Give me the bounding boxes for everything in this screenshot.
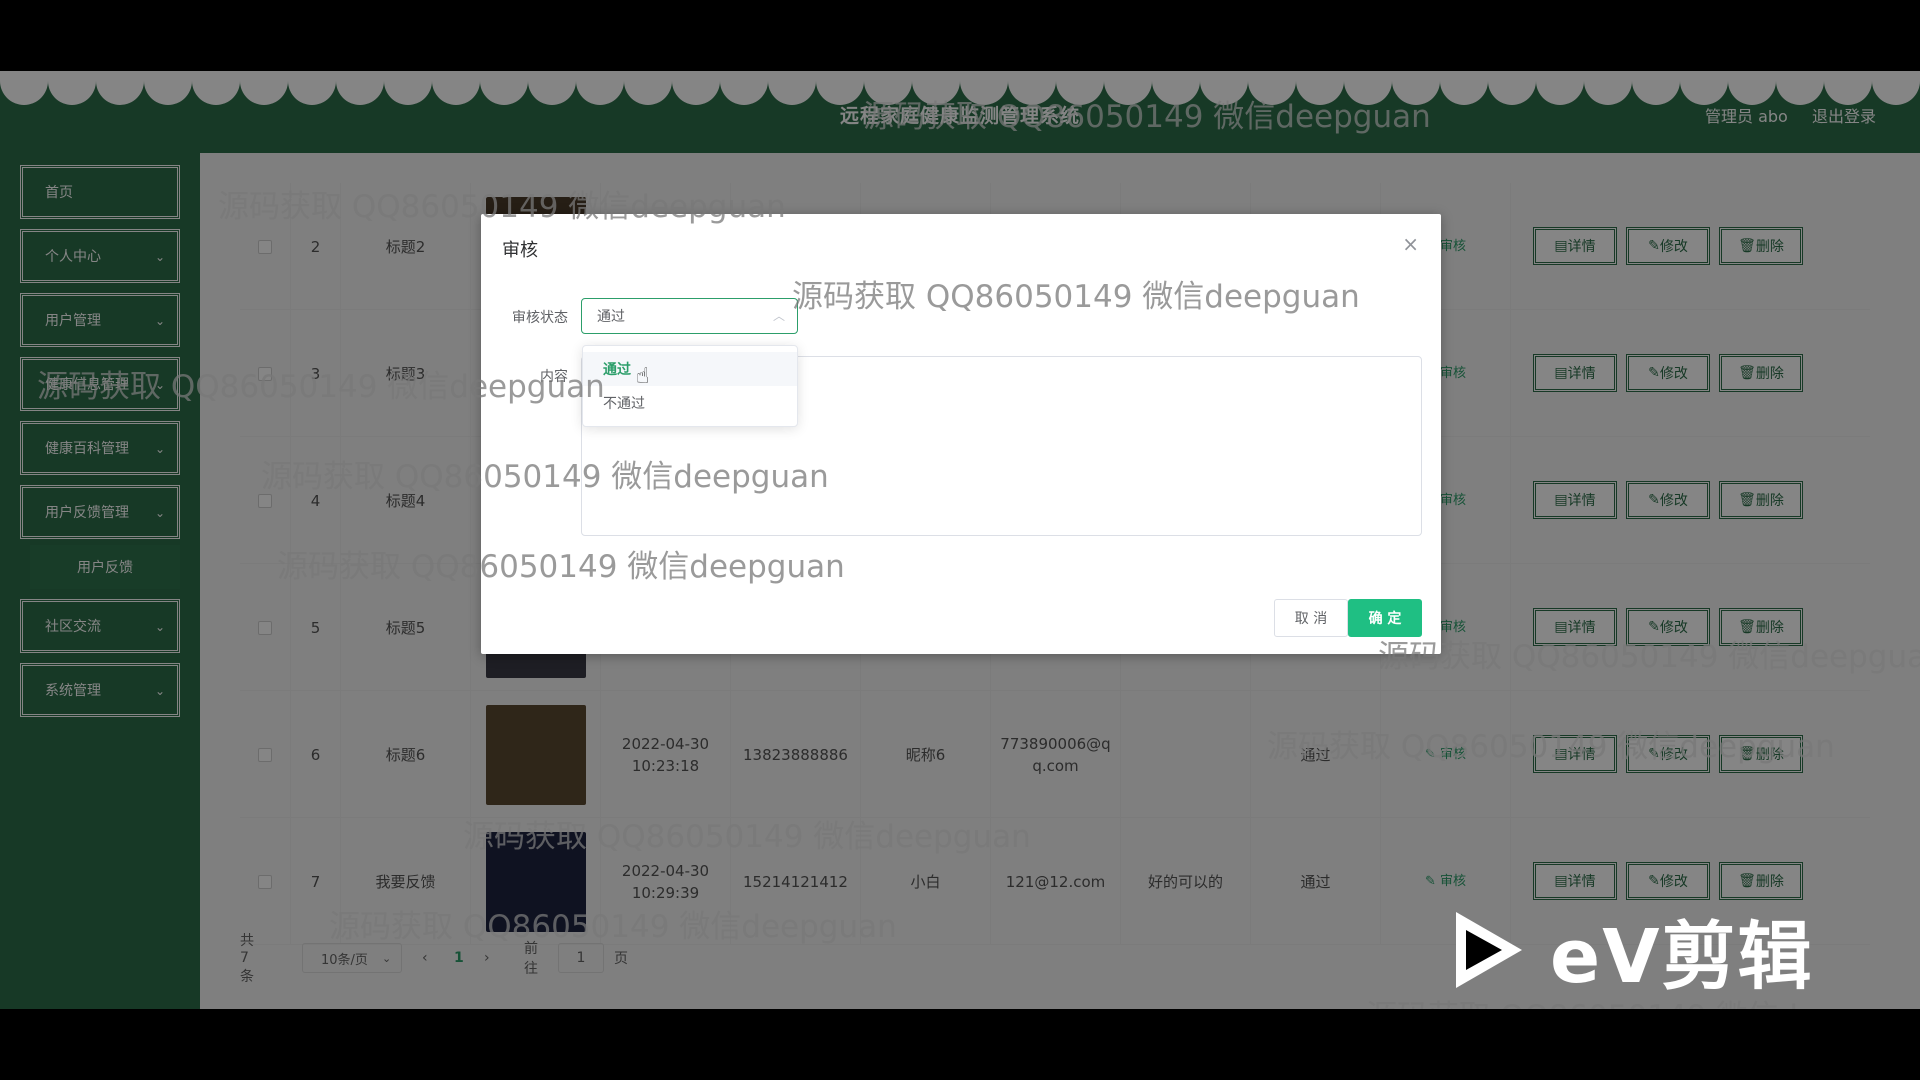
option-pass[interactable]: 通过 (583, 352, 797, 386)
app-stage: 远程家庭健康监测管理系统 管理员 abo 退出登录 首页 个人中心 ⌄ 用户管理 ⌄… (0, 71, 1920, 1009)
cancel-button[interactable]: 取 消 (1274, 599, 1348, 637)
review-dialog: 审核 × 审核状态 通过 ︿ 内容 通过 不通过 ☝ 取 消 确 定 (481, 214, 1441, 654)
status-select-value: 通过 (597, 309, 625, 325)
ev-logo-text: eV剪辑 (1550, 913, 1814, 1000)
chevron-up-icon: ︿ (772, 309, 785, 323)
status-label: 审核状态 (512, 310, 568, 326)
status-dropdown: 通过 不通过 (582, 345, 798, 427)
status-select[interactable]: 通过 ︿ (581, 298, 798, 334)
hand-cursor-icon: ☝ (636, 364, 650, 389)
play-icon (1456, 912, 1522, 988)
confirm-button[interactable]: 确 定 (1348, 599, 1422, 637)
dialog-title: 审核 (502, 240, 538, 261)
ev-editor-logo: eV剪辑 (1450, 905, 1813, 1000)
content-label: 内容 (540, 369, 568, 385)
close-icon[interactable]: × (1402, 232, 1419, 256)
option-reject[interactable]: 不通过 (583, 386, 797, 420)
